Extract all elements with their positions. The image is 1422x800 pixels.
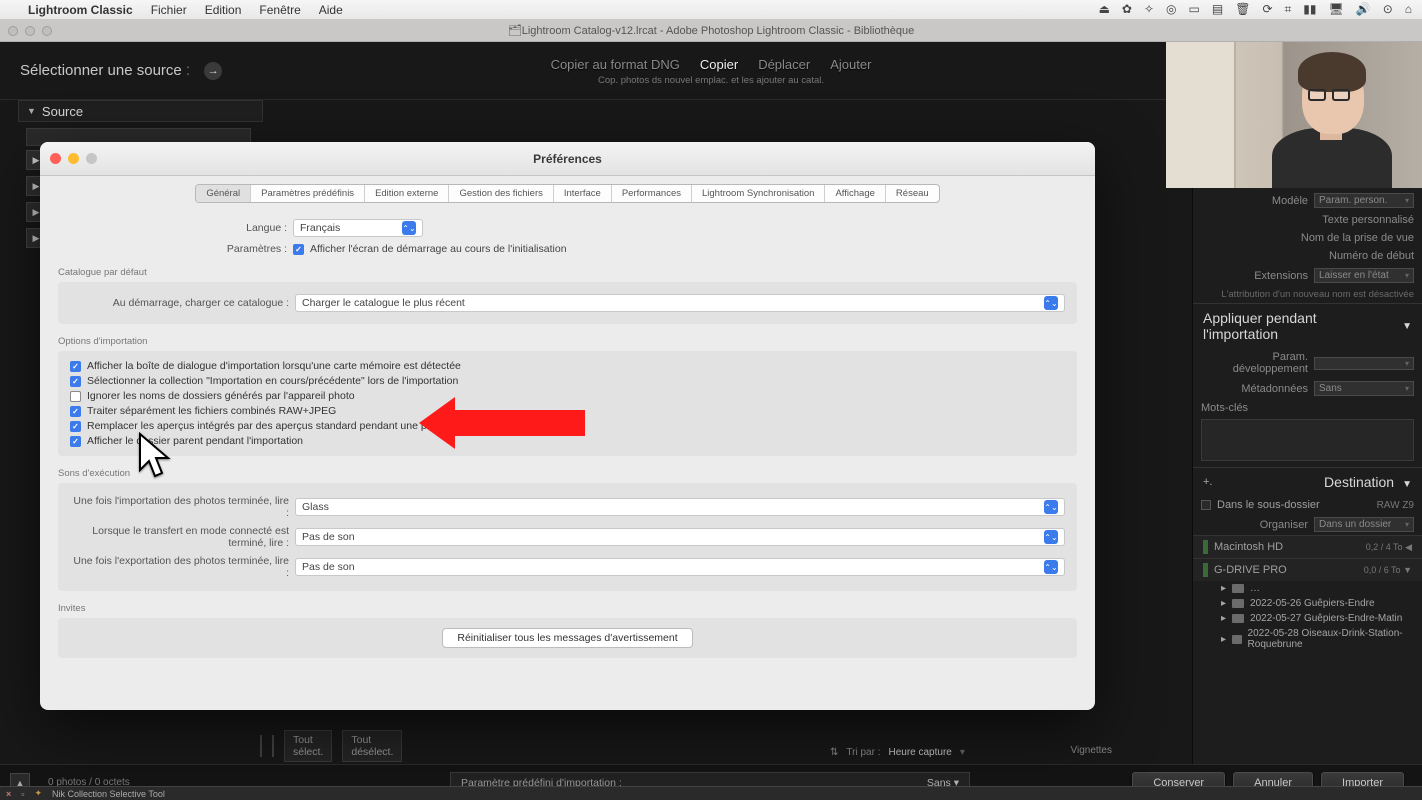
keywords-textarea[interactable] xyxy=(1201,419,1414,461)
status-icon[interactable]: 🔊 xyxy=(1356,2,1371,17)
section-label: Sons d'exécution xyxy=(58,468,1077,479)
webcam-overlay xyxy=(1166,42,1422,188)
reset-warnings-button[interactable]: Réinitialiser tous les messages d'averti… xyxy=(442,628,692,648)
mode-copy[interactable]: Copier xyxy=(700,57,738,72)
dialog-traffic-lights[interactable] xyxy=(50,153,97,164)
tab-display[interactable]: Affichage xyxy=(825,185,885,202)
tab-external-editing[interactable]: Edition externe xyxy=(365,185,449,202)
mode-copy-dng[interactable]: Copier au format DNG xyxy=(551,57,680,72)
status-icon[interactable]: ◎ xyxy=(1166,2,1176,17)
model-select[interactable]: Param. person.▾ xyxy=(1314,193,1414,208)
tab-interface[interactable]: Interface xyxy=(554,185,612,202)
status-icon[interactable]: ▤ xyxy=(1212,2,1223,17)
mac-menubar: Lightroom Classic Fichier Edition Fenêtr… xyxy=(0,0,1422,20)
drive-row[interactable]: Macintosh HD0,2 / 4 To ◀ xyxy=(1193,535,1422,558)
folder-row[interactable]: ▸2022-05-26 Guêpiers-Endre xyxy=(1193,596,1422,611)
select-all-button[interactable]: Tout sélect. xyxy=(284,730,332,762)
mode-subtitle: Cop. photos ds nouvel emplac. et les ajo… xyxy=(598,75,824,86)
import-opt-checkbox[interactable] xyxy=(70,436,81,447)
status-icon[interactable]: 🗑 xyxy=(1235,2,1250,17)
import-opt-checkbox[interactable] xyxy=(70,421,81,432)
language-select[interactable]: Français⌃⌄ xyxy=(293,219,423,237)
folder-row[interactable]: ▸2022-05-28 Oiseaux-Drink-Station-Roqueb… xyxy=(1193,626,1422,652)
tab-network[interactable]: Réseau xyxy=(886,185,939,202)
tab-presets[interactable]: Paramètres prédéfinis xyxy=(251,185,365,202)
menu-fichier[interactable]: Fichier xyxy=(151,3,187,17)
import-opt-checkbox[interactable] xyxy=(70,361,81,372)
extensions-select[interactable]: Laisser en l'état▾ xyxy=(1314,268,1414,283)
status-icon[interactable]: ▭ xyxy=(1189,2,1200,17)
deselect-all-button[interactable]: Tout désélect. xyxy=(342,730,402,762)
menu-aide[interactable]: Aide xyxy=(319,3,343,17)
status-icon[interactable]: ✧ xyxy=(1144,2,1154,17)
drive-row[interactable]: G-DRIVE PRO0,0 / 6 To ▼ xyxy=(1193,558,1422,581)
dialog-title: Préférences xyxy=(533,152,602,166)
preferences-dialog: Préférences Général Paramètres prédéfini… xyxy=(40,142,1095,710)
status-icon[interactable]: ✿ xyxy=(1122,2,1132,17)
zoom-icon xyxy=(86,153,97,164)
prefs-tabs: Général Paramètres prédéfinis Edition ex… xyxy=(40,184,1095,203)
mode-add[interactable]: Ajouter xyxy=(830,57,871,72)
grid-view-icon[interactable] xyxy=(260,735,262,757)
nik-tool-label: Nik Collection Selective Tool xyxy=(52,789,165,799)
meta-select[interactable]: Sans▾ xyxy=(1314,381,1414,396)
import-opt-checkbox[interactable] xyxy=(70,391,81,402)
window-titlebar: 🗂 Lightroom Catalog-v12.lrcat - Adobe Ph… xyxy=(0,20,1422,42)
status-icon[interactable]: 🖥 xyxy=(1329,2,1344,17)
status-icon[interactable]: ⌂ xyxy=(1405,2,1412,17)
show-splash-checkbox[interactable] xyxy=(293,244,304,255)
status-icon[interactable]: ▮▮ xyxy=(1303,2,1316,17)
startup-catalog-select[interactable]: Charger le catalogue le plus récent⌃⌄ xyxy=(295,294,1065,312)
status-icon[interactable]: ⊙ xyxy=(1383,2,1393,17)
loupe-view-icon[interactable] xyxy=(272,735,274,757)
checkbox[interactable] xyxy=(1201,500,1211,510)
window-traffic-lights[interactable] xyxy=(8,26,52,36)
close-icon[interactable] xyxy=(50,153,61,164)
panel-apply-header[interactable]: Appliquer pendant l'importation▼ xyxy=(1193,303,1422,348)
sort-control[interactable]: ⇅Tri par :Heure capture▾ xyxy=(830,747,965,758)
dev-select[interactable]: ▾ xyxy=(1314,357,1414,370)
tab-general[interactable]: Général xyxy=(196,185,251,202)
folder-row[interactable]: ▸2022-05-27 Guêpiers-Endre-Matin xyxy=(1193,611,1422,626)
panel-destination-header[interactable]: +. Destination▼ xyxy=(1193,467,1422,496)
folder-row[interactable]: ▸… xyxy=(1193,581,1422,596)
mode-move[interactable]: Déplacer xyxy=(758,57,810,72)
import-opt-checkbox[interactable] xyxy=(70,406,81,417)
nik-status-bar: × ▫ ✦ Nik Collection Selective Tool xyxy=(0,786,1422,800)
section-label: Catalogue par défaut xyxy=(58,267,1077,278)
status-icon[interactable]: ⏏ xyxy=(1099,2,1110,17)
lightroom-import-view: Sélectionner une source : → Copier au fo… xyxy=(0,42,1422,800)
section-label: Invites xyxy=(58,603,1077,614)
triangle-down-icon: ▼ xyxy=(27,106,36,116)
menubar-status-icons: ⏏ ✿ ✧ ◎ ▭ ▤ 🗑 ⟳ ⌗ ▮▮ 🖥 🔊 ⊙ ⌂ xyxy=(1099,2,1412,17)
window-title: Lightroom Catalog-v12.lrcat - Adobe Phot… xyxy=(522,25,915,37)
status-icon[interactable]: ⌗ xyxy=(1285,2,1292,17)
close-icon[interactable]: × xyxy=(6,789,11,799)
tab-file-handling[interactable]: Gestion des fichiers xyxy=(449,185,553,202)
tab-sync[interactable]: Lightroom Synchronisation xyxy=(692,185,825,202)
menu-edition[interactable]: Edition xyxy=(205,3,242,17)
app-name[interactable]: Lightroom Classic xyxy=(28,3,133,17)
sound-select[interactable]: Pas de son⌃⌄ xyxy=(295,558,1065,576)
sound-select[interactable]: Glass⌃⌄ xyxy=(295,498,1065,516)
status-icon[interactable]: ⟳ xyxy=(1262,2,1272,17)
tab-performance[interactable]: Performances xyxy=(612,185,692,202)
minimize-icon[interactable] xyxy=(68,153,79,164)
dialog-titlebar: Préférences xyxy=(40,142,1095,176)
expand-icon[interactable]: ▫ xyxy=(21,789,24,799)
organize-select[interactable]: Dans un dossier▾ xyxy=(1314,517,1414,532)
import-opt-checkbox[interactable] xyxy=(70,376,81,387)
thumbnails-label: Vignettes xyxy=(1070,745,1112,756)
panel-source-header[interactable]: ▼ Source xyxy=(18,100,263,122)
sound-select[interactable]: Pas de son⌃⌄ xyxy=(295,528,1065,546)
section-label: Options d'importation xyxy=(58,336,1077,347)
menu-fenetre[interactable]: Fenêtre xyxy=(259,3,300,17)
